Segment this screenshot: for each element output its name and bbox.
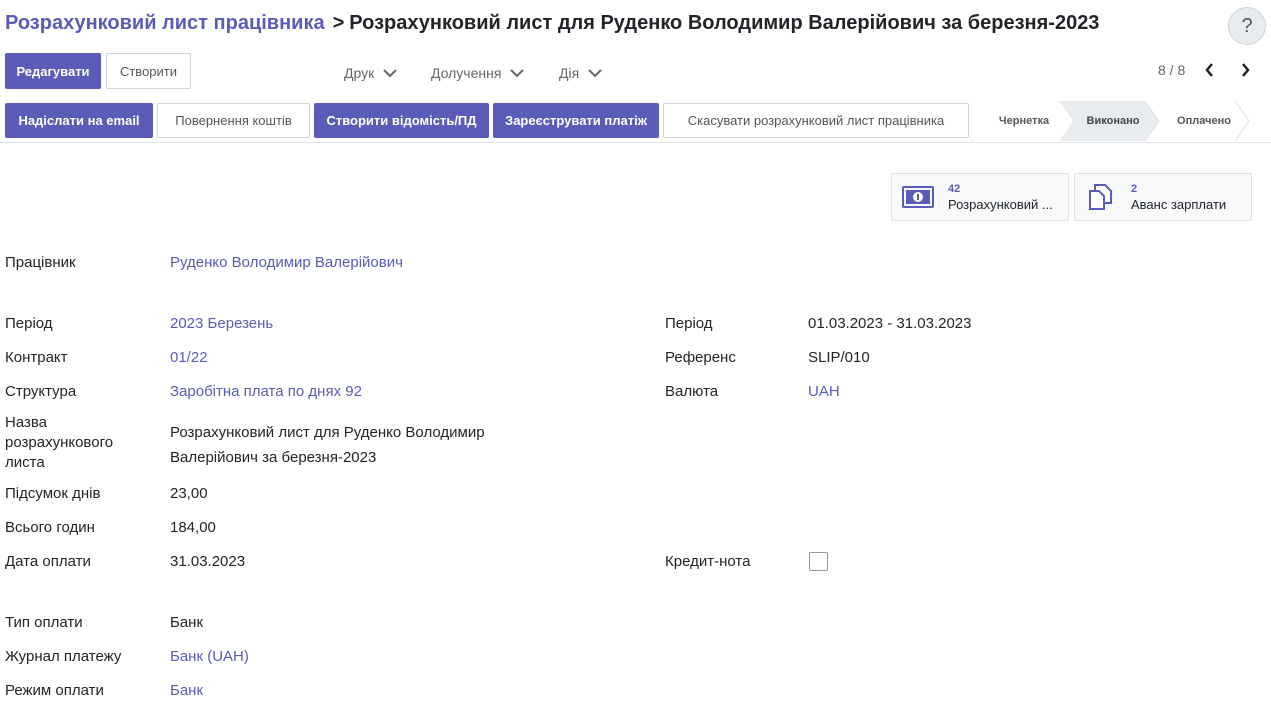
action-dropdown[interactable]: Дія <box>559 62 602 84</box>
period-label: Період <box>5 315 53 332</box>
payslip-name-field[interactable]: Розрахунковий лист для Руденко Володимир… <box>170 420 485 470</box>
contract-field[interactable]: 01/22 <box>170 349 208 366</box>
attachments-label: Долучення <box>431 65 502 81</box>
status-paid[interactable]: Оплачено <box>1165 101 1243 141</box>
payment-mode-field[interactable]: Банк <box>170 682 203 699</box>
payment-journal-label: Журнал платежу <box>5 648 122 665</box>
cancel-payslip-button[interactable]: Скасувати розрахунковий лист працівника <box>663 103 969 138</box>
send-email-button[interactable]: Надіслати на email <box>5 103 153 138</box>
print-dropdown[interactable]: Друк <box>344 62 397 84</box>
payment-type-label: Тип оплати <box>5 614 83 631</box>
chevron-left-icon <box>1204 63 1213 77</box>
pager-value[interactable]: 8 / 8 <box>1158 62 1185 78</box>
pager-previous-button[interactable] <box>1201 62 1217 78</box>
period-field[interactable]: 2023 Березень <box>170 315 273 332</box>
payslips-smart-button[interactable]: 42 Розрахунковий ... <box>891 173 1069 221</box>
credit-note-checkbox[interactable] <box>809 552 828 571</box>
employee-field[interactable]: Руденко Володимир Валерійович <box>170 254 403 271</box>
action-label: Дія <box>559 65 580 81</box>
attachments-dropdown[interactable]: Долучення <box>431 62 525 84</box>
currency-label: Валюта <box>665 383 719 400</box>
advance-label: Аванс зарплати <box>1131 197 1227 212</box>
credit-note-label: Кредит-нота <box>665 553 751 570</box>
currency-field[interactable]: UAH <box>808 383 840 400</box>
chevron-right-icon <box>1241 63 1250 77</box>
payslip-name-label: Назва розрахункового листа <box>5 414 114 471</box>
structure-field[interactable]: Заробітна плата по днях 92 <box>170 383 362 400</box>
breadcrumb-parent-link[interactable]: Розрахунковий лист працівника <box>5 12 325 34</box>
payment-type-field[interactable]: Банк <box>170 614 203 631</box>
reference-label: Референс <box>665 349 736 366</box>
date-range-label: Період <box>665 315 713 332</box>
employee-label: Працівник <box>5 254 76 271</box>
documents-icon <box>1081 183 1121 211</box>
days-total-field[interactable]: 23,00 <box>170 485 208 502</box>
divider <box>0 142 1271 143</box>
pager-next-button[interactable] <box>1237 62 1253 78</box>
chevron-down-icon <box>588 68 602 77</box>
payment-journal-field[interactable]: Банк (UAH) <box>170 648 249 665</box>
control-panel: Розрахунковий лист працівника > Розрахунко… <box>0 0 1271 100</box>
help-button[interactable]: ? <box>1228 7 1266 45</box>
print-label: Друк <box>344 65 375 81</box>
hours-total-field[interactable]: 184,00 <box>170 519 216 536</box>
create-sheet-button[interactable]: Створити відомість/ПД <box>314 103 489 138</box>
structure-label: Структура <box>5 383 77 400</box>
refund-button[interactable]: Повернення коштів <box>157 103 310 138</box>
hours-total-label: Всього годин <box>5 519 95 536</box>
days-total-label: Підсумок днів <box>5 485 101 502</box>
reference-field[interactable]: SLIP/010 <box>808 349 870 366</box>
page-title: Розрахунковий лист для Руденко Володимир… <box>349 12 1100 34</box>
advance-count: 2 <box>1131 183 1138 195</box>
contract-label: Контракт <box>5 349 68 366</box>
payslips-count: 42 <box>948 183 961 195</box>
edit-button[interactable]: Редагувати <box>5 53 101 89</box>
pay-date-label: Дата оплати <box>5 553 91 570</box>
status-done[interactable]: Виконано <box>1075 101 1151 141</box>
payslips-label: Розрахунковий ... <box>948 197 1053 212</box>
date-range-field[interactable]: 01.03.2023 - 31.03.2023 <box>808 315 971 332</box>
pay-date-field[interactable]: 31.03.2023 <box>170 553 245 570</box>
create-button[interactable]: Створити <box>106 53 191 89</box>
salary-advance-smart-button[interactable]: 2 Аванс зарплати <box>1074 173 1252 221</box>
payment-mode-label: Режим оплати <box>5 682 104 699</box>
status-draft[interactable]: Чернетка <box>985 101 1063 141</box>
breadcrumb-separator: > <box>332 12 345 34</box>
register-payment-button[interactable]: Зареєструвати платіж <box>493 103 659 138</box>
chevron-down-icon <box>383 68 397 77</box>
chevron-down-icon <box>510 68 525 77</box>
money-icon <box>898 186 938 208</box>
breadcrumb: Розрахунковий лист працівника > Розрахунко… <box>5 9 1099 37</box>
